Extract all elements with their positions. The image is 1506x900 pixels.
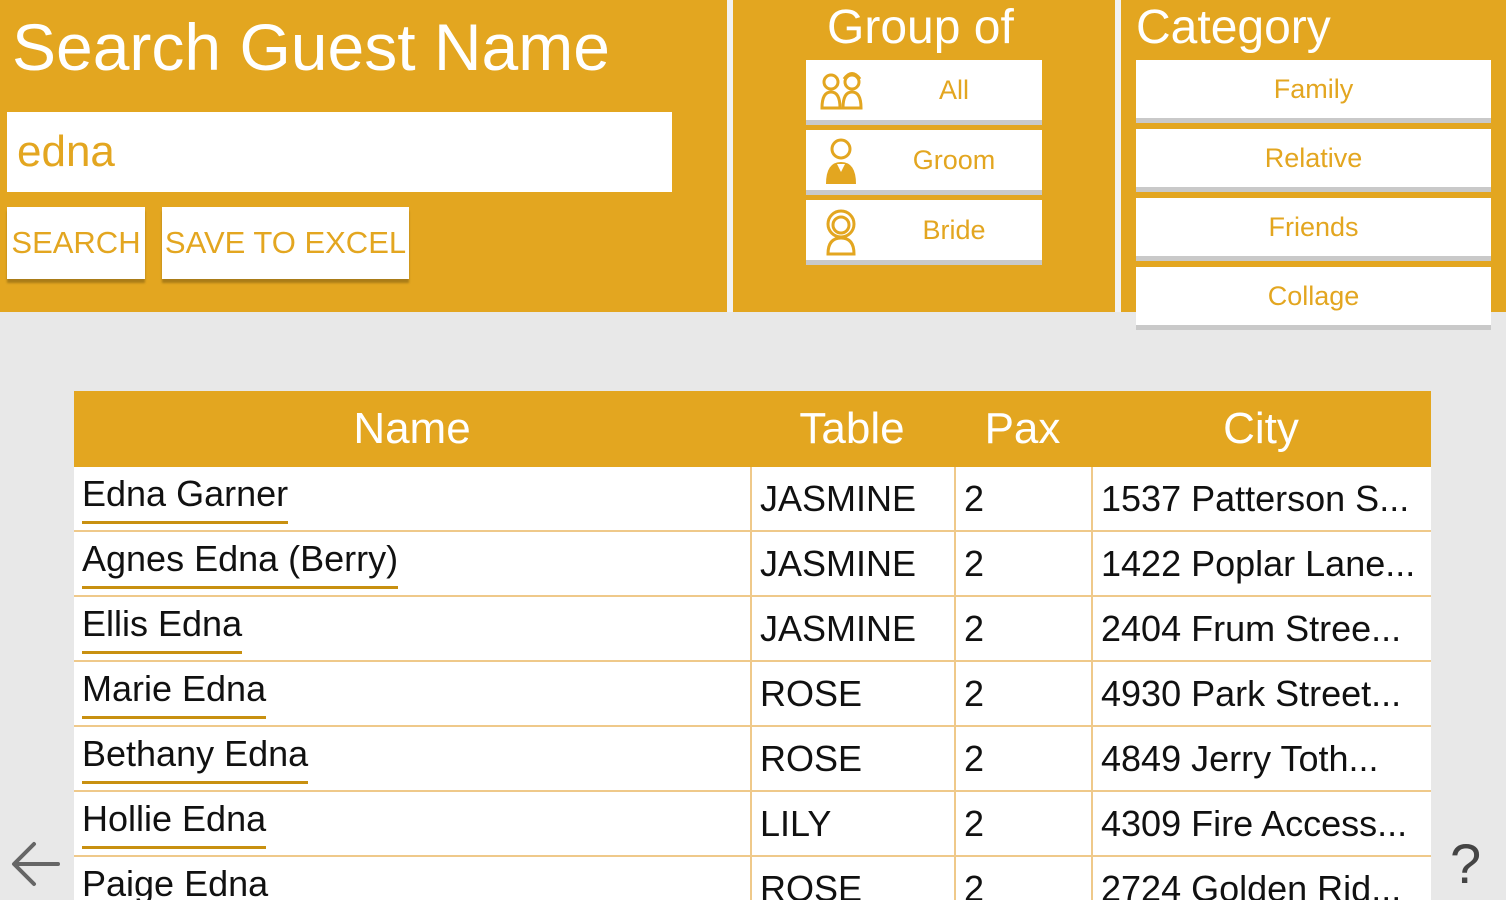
group-all-label: All (938, 74, 969, 105)
guest-city: 1537 Patterson S... (1101, 477, 1410, 519)
guest-pax: 2 (964, 607, 985, 649)
guest-city: 1422 Poplar Lane... (1101, 542, 1416, 584)
group-bride-label: Bride (922, 214, 986, 245)
table-row[interactable]: Paige Edna ROSE 2 2724 Golden Rid... (74, 857, 1431, 900)
guest-city: 2724 Golden Rid... (1101, 867, 1402, 900)
guest-name[interactable]: Hollie Edna (82, 798, 267, 849)
group-bride-button[interactable]: Bride (806, 200, 1042, 260)
search-title: Search Guest Name (12, 10, 610, 84)
guest-table-name: LILY (760, 802, 832, 844)
guest-table-name: ROSE (760, 737, 863, 779)
search-input[interactable] (7, 112, 672, 192)
guest-pax: 2 (964, 737, 985, 779)
divider (727, 0, 733, 312)
top-panel: Search Guest Name SEARCH SAVE TO EXCEL G… (0, 0, 1506, 325)
guest-name[interactable]: Marie Edna (82, 668, 267, 719)
header-table: Table (799, 404, 905, 453)
divider (1115, 0, 1121, 312)
category-friends-button[interactable]: Friends (1136, 198, 1491, 256)
guest-table-name: ROSE (760, 867, 863, 900)
table-row[interactable]: Marie Edna ROSE 2 4930 Park Street... (74, 662, 1431, 727)
guest-city: 4309 Fire Access... (1101, 802, 1408, 844)
guest-table-name: JASMINE (760, 477, 917, 519)
back-arrow-icon[interactable] (10, 836, 62, 892)
help-icon[interactable]: ? (1450, 832, 1481, 896)
guest-table-name: JASMINE (760, 607, 917, 649)
category-relative-button[interactable]: Relative (1136, 129, 1491, 187)
search-button[interactable]: SEARCH (7, 207, 145, 279)
category-title: Category (1136, 1, 1331, 54)
guest-table: Name Table Pax City Edna Garner JASMINE … (74, 391, 1431, 900)
guest-pax: 2 (964, 542, 985, 584)
group-groom-label: Groom (912, 144, 996, 175)
guest-city: 4849 Jerry Toth... (1101, 737, 1379, 779)
category-family-button[interactable]: Family (1136, 60, 1491, 118)
group-all-button[interactable]: All (806, 60, 1042, 120)
table-row[interactable]: Agnes Edna (Berry) JASMINE 2 1422 Poplar… (74, 532, 1431, 597)
bride-icon (826, 209, 856, 256)
guest-pax: 2 (964, 802, 985, 844)
guest-name[interactable]: Edna Garner (82, 473, 289, 524)
guest-pax: 2 (964, 867, 985, 900)
guest-table-name: ROSE (760, 672, 863, 714)
header-city: City (1223, 404, 1299, 453)
guest-name[interactable]: Agnes Edna (Berry) (82, 538, 399, 589)
table-header: Name Table Pax City (74, 391, 1431, 467)
header-name: Name (353, 404, 471, 453)
header-pax: Pax (984, 404, 1061, 453)
table-row[interactable]: Bethany Edna ROSE 2 4849 Jerry Toth... (74, 727, 1431, 792)
guest-name[interactable]: Bethany Edna (82, 733, 309, 784)
table-row[interactable]: Hollie Edna LILY 2 4309 Fire Access... (74, 792, 1431, 857)
category-collage-button[interactable]: Collage (1136, 267, 1491, 325)
save-to-excel-button[interactable]: SAVE TO EXCEL (162, 207, 409, 279)
guest-name[interactable]: Paige Edna (82, 863, 268, 900)
table-row[interactable]: Edna Garner JASMINE 2 1537 Patterson S..… (74, 467, 1431, 532)
couple-icon (820, 72, 863, 110)
group-groom-button[interactable]: Groom (806, 130, 1042, 190)
guest-table-name: JASMINE (760, 542, 917, 584)
groom-icon (826, 138, 856, 184)
guest-pax: 2 (964, 477, 985, 519)
table-row[interactable]: Ellis Edna JASMINE 2 2404 Frum Stree... (74, 597, 1431, 662)
guest-name[interactable]: Ellis Edna (82, 603, 243, 654)
guest-city: 2404 Frum Stree... (1101, 607, 1402, 649)
guest-pax: 2 (964, 672, 985, 714)
guest-city: 4930 Park Street... (1101, 672, 1402, 714)
group-title: Group of (827, 1, 1014, 54)
